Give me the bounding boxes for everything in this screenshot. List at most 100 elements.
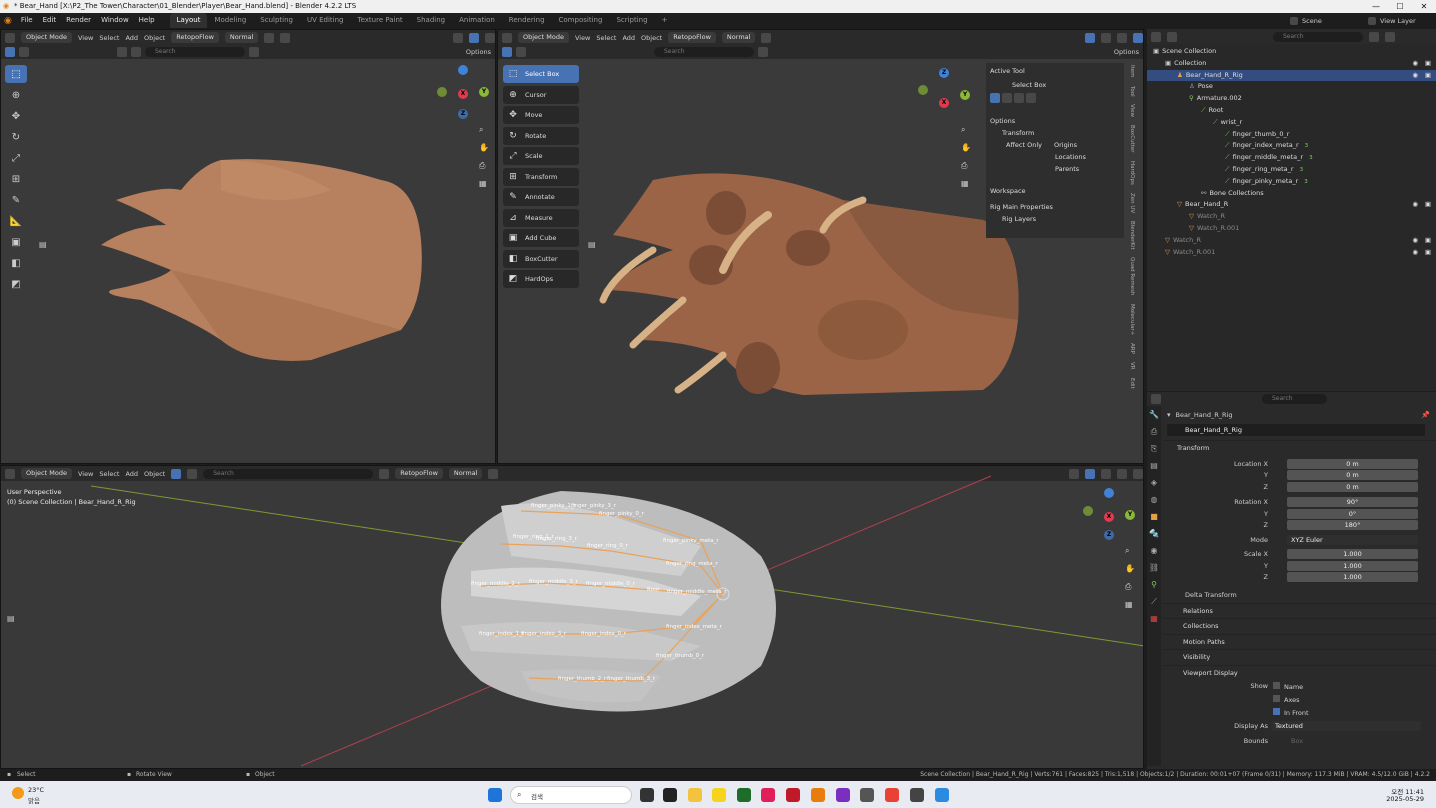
bone-tab-icon[interactable]: ⟋ [1147,593,1161,610]
visibility-eye-icon[interactable]: ◉ [1412,247,1418,259]
select-extend-icon[interactable] [19,47,29,57]
tab-view[interactable]: View [1129,104,1135,117]
scene-selector[interactable]: Scene [1298,17,1368,25]
output-tab-icon[interactable]: ⎘ [1147,440,1161,457]
tool-transform[interactable]: ⊞ Transform [503,167,579,186]
tool-move[interactable]: ✥ Move [503,106,579,124]
camera-icon[interactable]: ⎙ [479,161,491,179]
scale-x-field[interactable]: 1.000 [1287,549,1418,559]
shading-solid-icon[interactable] [1117,32,1127,43]
menu-add[interactable]: Add [125,34,138,42]
tab-compositing[interactable]: Compositing [552,13,610,28]
rotation-mode-dropdown[interactable]: XYZ Euler [1287,534,1418,545]
tab-boxcutter[interactable]: BoxCutter [1129,125,1135,153]
active-tool-select-box[interactable]: Select Box [990,77,1120,93]
outliner-row[interactable]: ▽ Bear_Hand_R ◉ ▣ [1147,199,1436,211]
blender-taskbar-icon[interactable] [811,788,825,802]
taskbar-search[interactable]: ⌕ 검색 [510,786,632,804]
z-axis-icon[interactable] [458,65,468,75]
workspace-header[interactable]: Workspace [990,185,1120,197]
shading-material-icon[interactable] [1133,32,1143,43]
neg-y-axis-icon[interactable] [1083,506,1093,516]
vscode-icon[interactable] [935,788,949,802]
visibility-header[interactable]: Visibility [1163,649,1436,665]
tab-item[interactable]: Item [1129,65,1135,78]
select-extend-icon[interactable] [516,47,526,57]
viewport-top-left[interactable]: Object Mode View Select Add Object Retop… [0,29,496,464]
view-layer-tab-icon[interactable]: ▤ [1147,457,1161,474]
render-camera-icon[interactable]: ▣ [1425,199,1431,211]
close-button[interactable]: ✕ [1412,0,1436,13]
filter-icon[interactable] [1369,31,1379,42]
tool-scale[interactable]: ⤢ Scale [503,147,579,165]
menu-object[interactable]: Object [144,34,165,42]
select-box-tool-icon[interactable]: ⬚ [5,65,27,83]
scene-tab-icon[interactable]: ◈ [1147,474,1161,491]
shading-material-icon[interactable] [131,47,141,57]
navigation-gizmo[interactable]: Y X Z [1083,488,1135,540]
file-explorer-icon[interactable] [663,788,677,802]
neg-y-axis-icon[interactable] [918,85,928,95]
outliner-row[interactable]: ⟋ finger_ring_meta_r 3 [1147,164,1436,176]
options-dropdown[interactable]: Options [466,48,495,56]
tab-quad-remesh[interactable]: Quad Remesh [1129,257,1135,295]
display-as-dropdown[interactable]: Textured [1271,721,1421,731]
outliner-row[interactable]: ⚲ Armature.002 [1147,93,1436,105]
menu-window[interactable]: Window [96,13,134,28]
outliner-row[interactable]: ▽ Watch_R.001 ◉ ▣ [1147,247,1436,259]
menu-select[interactable]: Select [99,34,119,42]
origins-checkbox[interactable]: Origins [1054,139,1077,151]
tool-cursor[interactable]: ⊕ Cursor [503,85,579,104]
snap-icon[interactable] [761,32,772,43]
outliner-row[interactable]: ♟ Bear_Hand_R_Rig ◉ ▣ [1147,69,1436,82]
editor-type-icon[interactable] [502,32,512,43]
collapse-arrow-icon[interactable]: ▤ [39,240,47,249]
menu-edit[interactable]: Edit [38,13,62,28]
outliner-row[interactable]: ⟋ finger_index_meta_r 3 [1147,140,1436,152]
gizmo-toggle-icon[interactable] [469,32,479,43]
object-tab-icon[interactable]: ■ [1147,508,1161,525]
neg-z-axis-icon[interactable]: Z [458,109,468,119]
filter-icon[interactable] [758,47,768,57]
outliner-row[interactable]: ▽ Watch_R [1147,211,1436,223]
properties-search-input[interactable]: Search [1262,393,1327,404]
tool-add-cube[interactable]: ▣ Add Cube [503,229,579,247]
grid-icon[interactable]: ▦ [479,179,491,197]
unity-icon[interactable] [910,788,924,802]
tab-hardops[interactable]: HardOps [1129,161,1135,185]
navigation-gizmo[interactable]: Z Y X [918,68,970,120]
tab-sculpting[interactable]: Sculpting [253,13,300,28]
rig-layers-header[interactable]: Rig Layers [990,213,1120,225]
options-dropdown[interactable]: Options [1114,48,1143,56]
grid-icon[interactable]: ▦ [961,179,973,197]
editor-type-icon[interactable] [5,32,15,43]
proportional-edit-icon[interactable] [280,32,291,43]
render-camera-icon[interactable]: ▣ [1425,235,1431,247]
view-layer-selector[interactable]: View Layer [1376,17,1436,25]
delta-transform-header[interactable]: Delta Transform [1163,587,1436,603]
outliner-search-input[interactable]: Search [1273,31,1363,42]
tab-blenderkit[interactable]: BlenderKit [1129,221,1135,250]
menu-render[interactable]: Render [61,13,96,28]
transform-panel-header[interactable]: Transform [1163,440,1436,456]
name-checkbox[interactable]: Name [1273,682,1303,691]
in-front-checkbox[interactable]: In Front [1273,708,1309,717]
add-workspace-button[interactable]: + [655,13,675,28]
gizmo-toggle-icon[interactable] [1085,32,1095,43]
boxcutter-tool-icon[interactable]: ◧ [5,254,27,272]
collections-header[interactable]: Collections [1163,618,1436,634]
select-mode-icon[interactable] [502,47,512,57]
maximize-button[interactable]: ☐ [1388,0,1412,13]
tab-layout[interactable]: Layout [169,13,208,28]
active-tool-header[interactable]: Active Tool [990,65,1120,77]
menu-select[interactable]: Select [596,34,616,42]
visibility-eye-icon[interactable]: ◉ [1412,199,1418,211]
axes-checkbox[interactable]: Axes [1273,695,1299,704]
outliner-row[interactable]: ▽ Watch_R ◉ ▣ [1147,235,1436,247]
mode-extend-icon[interactable] [1002,93,1012,103]
visibility-eye-icon[interactable]: ◉ [1412,235,1418,247]
menu-file[interactable]: File [16,13,38,28]
x-axis-icon[interactable]: X [1104,512,1114,522]
viewport-search-input[interactable]: Search [145,47,245,57]
neg-y-axis-icon[interactable] [437,87,447,97]
